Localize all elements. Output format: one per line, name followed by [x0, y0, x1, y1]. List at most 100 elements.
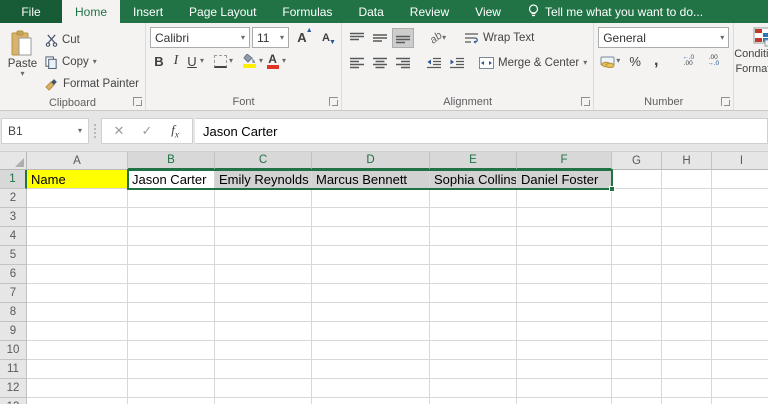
- cell-A13[interactable]: [27, 398, 128, 404]
- accounting-format-button[interactable]: ▾: [598, 51, 622, 71]
- cell-E9[interactable]: [430, 322, 517, 341]
- row-header-3[interactable]: 3: [0, 208, 27, 227]
- merge-center-button[interactable]: Merge & Center ▾: [477, 52, 589, 74]
- cell-C11[interactable]: [215, 360, 312, 379]
- font-color-button[interactable]: A: [263, 51, 282, 71]
- cell-H4[interactable]: [662, 227, 712, 246]
- copy-dropdown-caret[interactable]: ▾: [93, 58, 97, 66]
- name-box[interactable]: B1 ▾: [1, 118, 89, 144]
- cell-G3[interactable]: [612, 208, 662, 227]
- cell-G5[interactable]: [612, 246, 662, 265]
- decrease-indent-button[interactable]: [423, 53, 445, 73]
- cell-D5[interactable]: [312, 246, 430, 265]
- cell-A5[interactable]: [27, 246, 128, 265]
- column-header-E[interactable]: E: [430, 152, 517, 170]
- orientation-button[interactable]: ab ▾: [423, 28, 453, 48]
- paste-dropdown-caret[interactable]: ▾: [20, 70, 24, 78]
- cell-C4[interactable]: [215, 227, 312, 246]
- middle-align-button[interactable]: [369, 28, 391, 48]
- cell-H6[interactable]: [662, 265, 712, 284]
- top-align-button[interactable]: [346, 28, 368, 48]
- cell-E1[interactable]: Sophia Collins: [430, 170, 517, 189]
- cell-D6[interactable]: [312, 265, 430, 284]
- cell-I12[interactable]: [712, 379, 768, 398]
- cell-F6[interactable]: [517, 265, 612, 284]
- wrap-text-button[interactable]: Wrap Text: [462, 27, 536, 49]
- cell-F13[interactable]: [517, 398, 612, 404]
- cell-G11[interactable]: [612, 360, 662, 379]
- alignment-dialog-launcher[interactable]: [581, 97, 590, 106]
- clipboard-dialog-launcher[interactable]: [133, 97, 142, 106]
- cell-F1[interactable]: Daniel Foster: [517, 170, 612, 189]
- row-header-6[interactable]: 6: [0, 265, 27, 284]
- row-header-2[interactable]: 2: [0, 189, 27, 208]
- cell-E8[interactable]: [430, 303, 517, 322]
- paste-button[interactable]: Paste ▾: [4, 27, 41, 95]
- cell-I1[interactable]: [712, 170, 768, 189]
- formula-bar-splitter[interactable]: [89, 124, 101, 138]
- font-size-combo[interactable]: 11 ▾: [252, 27, 289, 48]
- cell-D13[interactable]: [312, 398, 430, 404]
- cell-D8[interactable]: [312, 303, 430, 322]
- row-header-12[interactable]: 12: [0, 379, 27, 398]
- cell-F12[interactable]: [517, 379, 612, 398]
- cell-E7[interactable]: [430, 284, 517, 303]
- cell-F4[interactable]: [517, 227, 612, 246]
- row-header-5[interactable]: 5: [0, 246, 27, 265]
- cell-A7[interactable]: [27, 284, 128, 303]
- cell-E2[interactable]: [430, 189, 517, 208]
- column-header-G[interactable]: G: [612, 152, 662, 170]
- cell-D10[interactable]: [312, 341, 430, 360]
- cell-F10[interactable]: [517, 341, 612, 360]
- borders-caret[interactable]: ▾: [229, 57, 233, 65]
- number-dialog-launcher[interactable]: [721, 97, 730, 106]
- cell-A8[interactable]: [27, 303, 128, 322]
- cell-I5[interactable]: [712, 246, 768, 265]
- underline-caret[interactable]: ▾: [200, 57, 204, 65]
- cell-I4[interactable]: [712, 227, 768, 246]
- cell-G12[interactable]: [612, 379, 662, 398]
- cell-B5[interactable]: [128, 246, 215, 265]
- row-header-4[interactable]: 4: [0, 227, 27, 246]
- bold-button[interactable]: B: [150, 51, 168, 71]
- comma-style-button[interactable]: ,: [648, 51, 664, 71]
- cell-F3[interactable]: [517, 208, 612, 227]
- cell-H7[interactable]: [662, 284, 712, 303]
- increase-font-size-button[interactable]: A▲: [291, 28, 313, 48]
- tab-insert[interactable]: Insert: [120, 0, 176, 23]
- increase-indent-button[interactable]: [446, 53, 468, 73]
- cell-C5[interactable]: [215, 246, 312, 265]
- format-painter-button[interactable]: Format Painter: [43, 73, 141, 95]
- row-header-11[interactable]: 11: [0, 360, 27, 379]
- cell-A1[interactable]: Name: [27, 170, 128, 189]
- cell-G1[interactable]: [612, 170, 662, 189]
- row-header-1[interactable]: 1: [0, 170, 27, 189]
- select-all-corner[interactable]: [0, 152, 27, 170]
- cell-H3[interactable]: [662, 208, 712, 227]
- cell-I10[interactable]: [712, 341, 768, 360]
- row-header-8[interactable]: 8: [0, 303, 27, 322]
- cell-D1[interactable]: Marcus Bennett: [312, 170, 430, 189]
- enter-check-icon[interactable]: ✓: [134, 123, 160, 139]
- decrease-decimal-button[interactable]: .00→.0: [702, 51, 724, 71]
- align-right-button[interactable]: [392, 53, 414, 73]
- cell-A12[interactable]: [27, 379, 128, 398]
- cell-C8[interactable]: [215, 303, 312, 322]
- align-center-button[interactable]: [369, 53, 391, 73]
- cell-H1[interactable]: [662, 170, 712, 189]
- cell-I8[interactable]: [712, 303, 768, 322]
- row-header-13[interactable]: 13: [0, 398, 27, 404]
- borders-button[interactable]: [211, 51, 229, 71]
- cell-G6[interactable]: [612, 265, 662, 284]
- cell-I13[interactable]: [712, 398, 768, 404]
- cell-C2[interactable]: [215, 189, 312, 208]
- row-header-7[interactable]: 7: [0, 284, 27, 303]
- cell-C13[interactable]: [215, 398, 312, 404]
- cell-G13[interactable]: [612, 398, 662, 404]
- column-header-I[interactable]: I: [712, 152, 768, 170]
- cell-B1[interactable]: Jason Carter: [128, 170, 215, 189]
- cell-E10[interactable]: [430, 341, 517, 360]
- cell-C12[interactable]: [215, 379, 312, 398]
- cell-B9[interactable]: [128, 322, 215, 341]
- percent-style-button[interactable]: %: [625, 51, 645, 71]
